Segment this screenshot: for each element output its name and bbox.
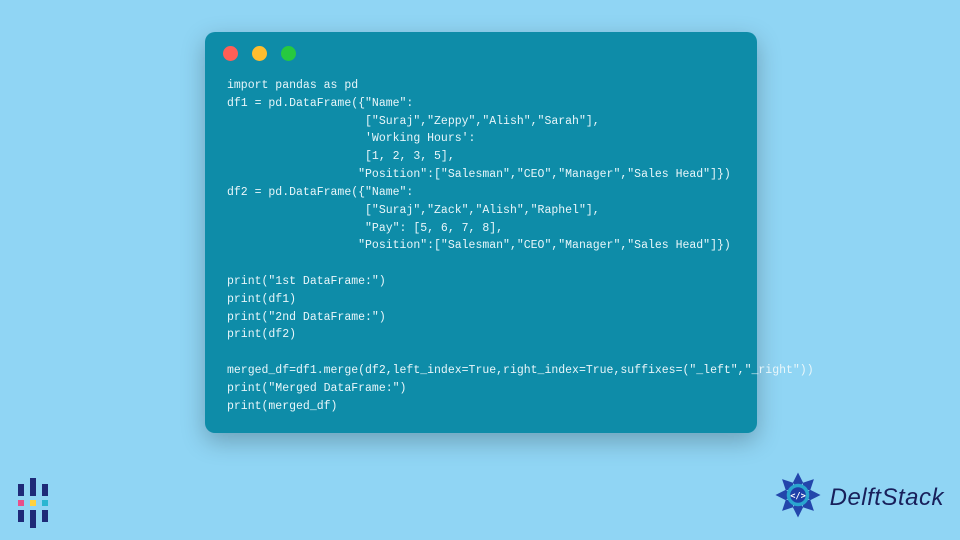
close-icon xyxy=(223,46,238,61)
maximize-icon xyxy=(281,46,296,61)
site-mark-icon xyxy=(12,478,62,528)
svg-text:</>: </> xyxy=(790,491,806,501)
code-content: import pandas as pd df1 = pd.DataFrame({… xyxy=(205,71,757,415)
code-window: import pandas as pd df1 = pd.DataFrame({… xyxy=(205,32,757,433)
brand: </> DelftStack xyxy=(772,469,944,526)
brand-name: DelftStack xyxy=(830,484,944,512)
brand-badge-icon: </> xyxy=(772,469,824,526)
window-traffic-lights xyxy=(205,32,757,71)
minimize-icon xyxy=(252,46,267,61)
